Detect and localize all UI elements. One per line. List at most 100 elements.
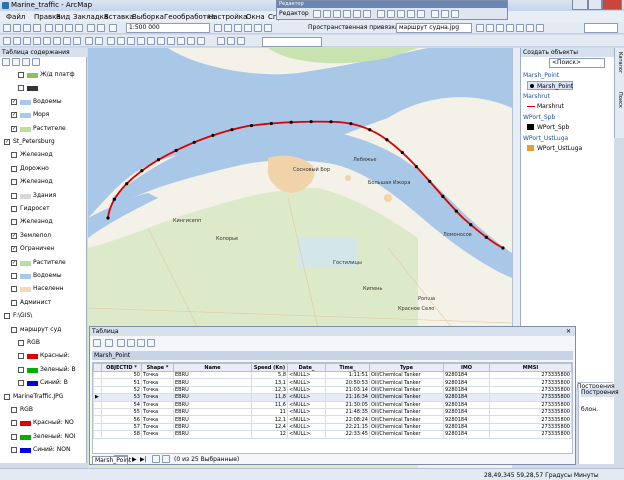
catalog-tab[interactable]: Каталог bbox=[617, 52, 623, 73]
table-cell[interactable]: Точка bbox=[141, 385, 174, 395]
layer-visibility-checkbox[interactable] bbox=[18, 366, 24, 373]
layer-visibility-checkbox[interactable] bbox=[11, 206, 17, 212]
snapping-menu[interactable]: Пространственная привязка bbox=[308, 24, 399, 31]
python-icon[interactable] bbox=[264, 24, 272, 32]
layer-visibility-checkbox[interactable] bbox=[4, 393, 10, 400]
menu-windows[interactable]: Окна bbox=[246, 13, 265, 21]
table-cell[interactable]: 22:08:24 bbox=[325, 415, 370, 424]
table-cell[interactable]: 9280184 bbox=[443, 385, 490, 395]
maximize-button[interactable] bbox=[588, 0, 602, 10]
edit-tool-icon[interactable] bbox=[313, 10, 321, 18]
toc-layer-row[interactable]: Дорожно bbox=[0, 164, 87, 174]
edit-vertices-icon[interactable] bbox=[377, 10, 385, 18]
rotate-edit-icon[interactable] bbox=[417, 10, 425, 18]
create-features-icon[interactable] bbox=[451, 10, 459, 18]
table-cell[interactable]: 11 bbox=[251, 407, 288, 417]
route-point-marker[interactable] bbox=[349, 122, 353, 126]
clear-table-selection-icon[interactable] bbox=[137, 339, 145, 347]
scale-combo[interactable]: 1:500 000 bbox=[126, 23, 210, 33]
table-cell[interactable]: 273335800 bbox=[489, 370, 572, 380]
table-tab-marsh-point[interactable]: Marsh_Point bbox=[92, 456, 131, 465]
table-cell[interactable]: Oil/Chemical Tanker bbox=[369, 422, 444, 432]
table-cell[interactable]: 11,6 bbox=[251, 400, 288, 409]
layer-visibility-checkbox[interactable] bbox=[18, 380, 24, 387]
table-cell[interactable]: 56 bbox=[101, 415, 142, 424]
table-cell[interactable]: 55 bbox=[101, 407, 142, 417]
zoom-field[interactable] bbox=[584, 23, 618, 33]
new-icon[interactable] bbox=[3, 24, 11, 32]
route-point-marker[interactable] bbox=[140, 169, 144, 173]
table-cell[interactable]: Точка bbox=[141, 378, 174, 387]
route-point-marker[interactable] bbox=[211, 133, 215, 137]
toc-layer-row[interactable]: Водоемы bbox=[0, 271, 87, 281]
layer-visibility-checkbox[interactable]: ✓ bbox=[11, 112, 17, 119]
link-table-icon[interactable] bbox=[496, 24, 504, 32]
identify-icon[interactable] bbox=[117, 37, 125, 45]
table-cell[interactable]: 21:48:35 bbox=[325, 407, 370, 417]
route-point-marker[interactable] bbox=[230, 128, 234, 132]
editor-menu[interactable]: Редактор bbox=[279, 10, 309, 17]
table-cell[interactable]: <NULL> bbox=[287, 415, 326, 424]
find-icon[interactable] bbox=[157, 37, 165, 45]
row-selector[interactable] bbox=[93, 422, 102, 432]
col-speed[interactable]: Speed (Kn) bbox=[251, 363, 288, 372]
table-cell[interactable]: 9280184 bbox=[443, 415, 490, 424]
layer-combo[interactable] bbox=[262, 37, 322, 47]
clear-selection-icon[interactable] bbox=[95, 37, 103, 45]
table-cell[interactable]: 54 bbox=[101, 400, 142, 409]
point-icon[interactable] bbox=[363, 10, 371, 18]
layer-visibility-checkbox[interactable]: ✓ bbox=[4, 139, 10, 145]
cut-icon[interactable] bbox=[45, 24, 53, 32]
select-elements-icon[interactable] bbox=[107, 37, 115, 45]
related-tables-icon[interactable] bbox=[105, 339, 113, 347]
full-extent-icon[interactable] bbox=[33, 37, 41, 45]
table-cell[interactable]: 51 bbox=[101, 378, 142, 387]
toc-layer-row[interactable]: ✓ Водоемы bbox=[0, 97, 87, 107]
route-point-marker[interactable] bbox=[125, 182, 129, 186]
route-point-marker[interactable] bbox=[156, 158, 161, 162]
route-point-marker[interactable] bbox=[106, 216, 110, 220]
save-icon[interactable] bbox=[23, 24, 31, 32]
fixed-zoom-out-icon[interactable] bbox=[53, 37, 61, 45]
fill-color-icon[interactable] bbox=[237, 37, 245, 45]
row-selector[interactable] bbox=[93, 378, 102, 387]
route-point-marker[interactable] bbox=[414, 165, 418, 169]
table-cell[interactable]: 273335800 bbox=[489, 407, 572, 417]
table-cell[interactable]: Точка bbox=[141, 422, 174, 432]
table-row[interactable]: 58 Точка EBRU 12 <NULL> 22:33:45 Oil/Chemical … bbox=[93, 430, 572, 439]
toc-layer-row[interactable]: Синий: NON bbox=[0, 445, 87, 455]
toc-layer-row[interactable]: Синий: B bbox=[0, 378, 87, 388]
table-cell[interactable]: Oil/Chemical Tanker bbox=[369, 378, 444, 387]
layer-visibility-checkbox[interactable]: ✓ bbox=[11, 98, 17, 105]
layer-visibility-checkbox[interactable] bbox=[11, 192, 17, 199]
zoom-out-icon[interactable] bbox=[13, 37, 21, 45]
close-button[interactable] bbox=[602, 0, 622, 10]
table-cell[interactable]: <NULL> bbox=[287, 422, 326, 432]
route-point-marker[interactable] bbox=[269, 121, 273, 126]
template-marshrut[interactable]: Marshrut bbox=[527, 102, 573, 111]
list-by-source-icon[interactable] bbox=[12, 58, 20, 66]
table-cell[interactable]: EBRU bbox=[173, 430, 252, 439]
col-imo[interactable]: IMO bbox=[443, 363, 490, 372]
layer-visibility-checkbox[interactable] bbox=[11, 286, 17, 293]
col-shape[interactable]: Shape * bbox=[141, 363, 174, 372]
table-cell[interactable]: Oil/Chemical Tanker bbox=[369, 407, 444, 417]
end-point-arc-icon[interactable] bbox=[343, 10, 351, 18]
switch-selection-icon[interactable] bbox=[127, 339, 135, 347]
table-cell[interactable]: 52 bbox=[101, 385, 142, 395]
table-row[interactable]: 56 Точка EBRU 12,1 <NULL> 22:08:24 Oil/Chemica… bbox=[93, 415, 572, 424]
table-cell[interactable]: EBRU bbox=[173, 422, 252, 432]
redo-icon[interactable] bbox=[97, 24, 105, 32]
route-point-marker[interactable] bbox=[329, 120, 333, 124]
layer-visibility-checkbox[interactable]: ✓ bbox=[11, 125, 17, 132]
route-point-marker[interactable] bbox=[484, 235, 488, 239]
toc-layer-row[interactable]: RGB bbox=[0, 405, 87, 415]
table-row[interactable]: ▶ 53 Точка EBRU 11,8 <NULL> 21:16:34 Oil/Chemic… bbox=[93, 393, 572, 402]
table-cell[interactable]: <NULL> bbox=[287, 370, 326, 380]
table-options-icon[interactable] bbox=[93, 339, 101, 347]
table-cell[interactable]: 273335800 bbox=[489, 385, 572, 395]
toc-layer-row[interactable]: ✓ Ограничен bbox=[0, 244, 87, 254]
table-cell[interactable]: <NULL> bbox=[287, 385, 326, 395]
table-cell[interactable]: 1:11:51 bbox=[325, 370, 370, 380]
table-cell[interactable]: Oil/Chemical Tanker bbox=[369, 370, 444, 380]
